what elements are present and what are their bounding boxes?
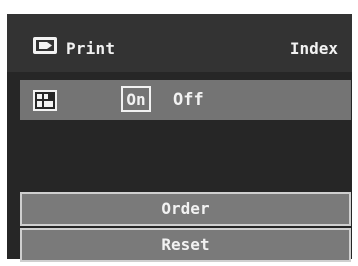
print-icon [33, 37, 57, 54]
reset-button[interactable]: Reset [20, 228, 351, 262]
image-index-icon [33, 90, 57, 111]
off-option-button[interactable]: Off [173, 90, 204, 110]
menu-index-label: Index [289, 39, 338, 58]
on-option-button[interactable]: On [121, 86, 151, 112]
print-menu-panel: Print Index On Off Order Reset [7, 14, 352, 262]
index-setting-row[interactable]: On Off [20, 80, 351, 120]
menu-title: Print [66, 39, 116, 58]
order-button[interactable]: Order [20, 192, 351, 226]
menu-header: Print Index [7, 14, 352, 72]
